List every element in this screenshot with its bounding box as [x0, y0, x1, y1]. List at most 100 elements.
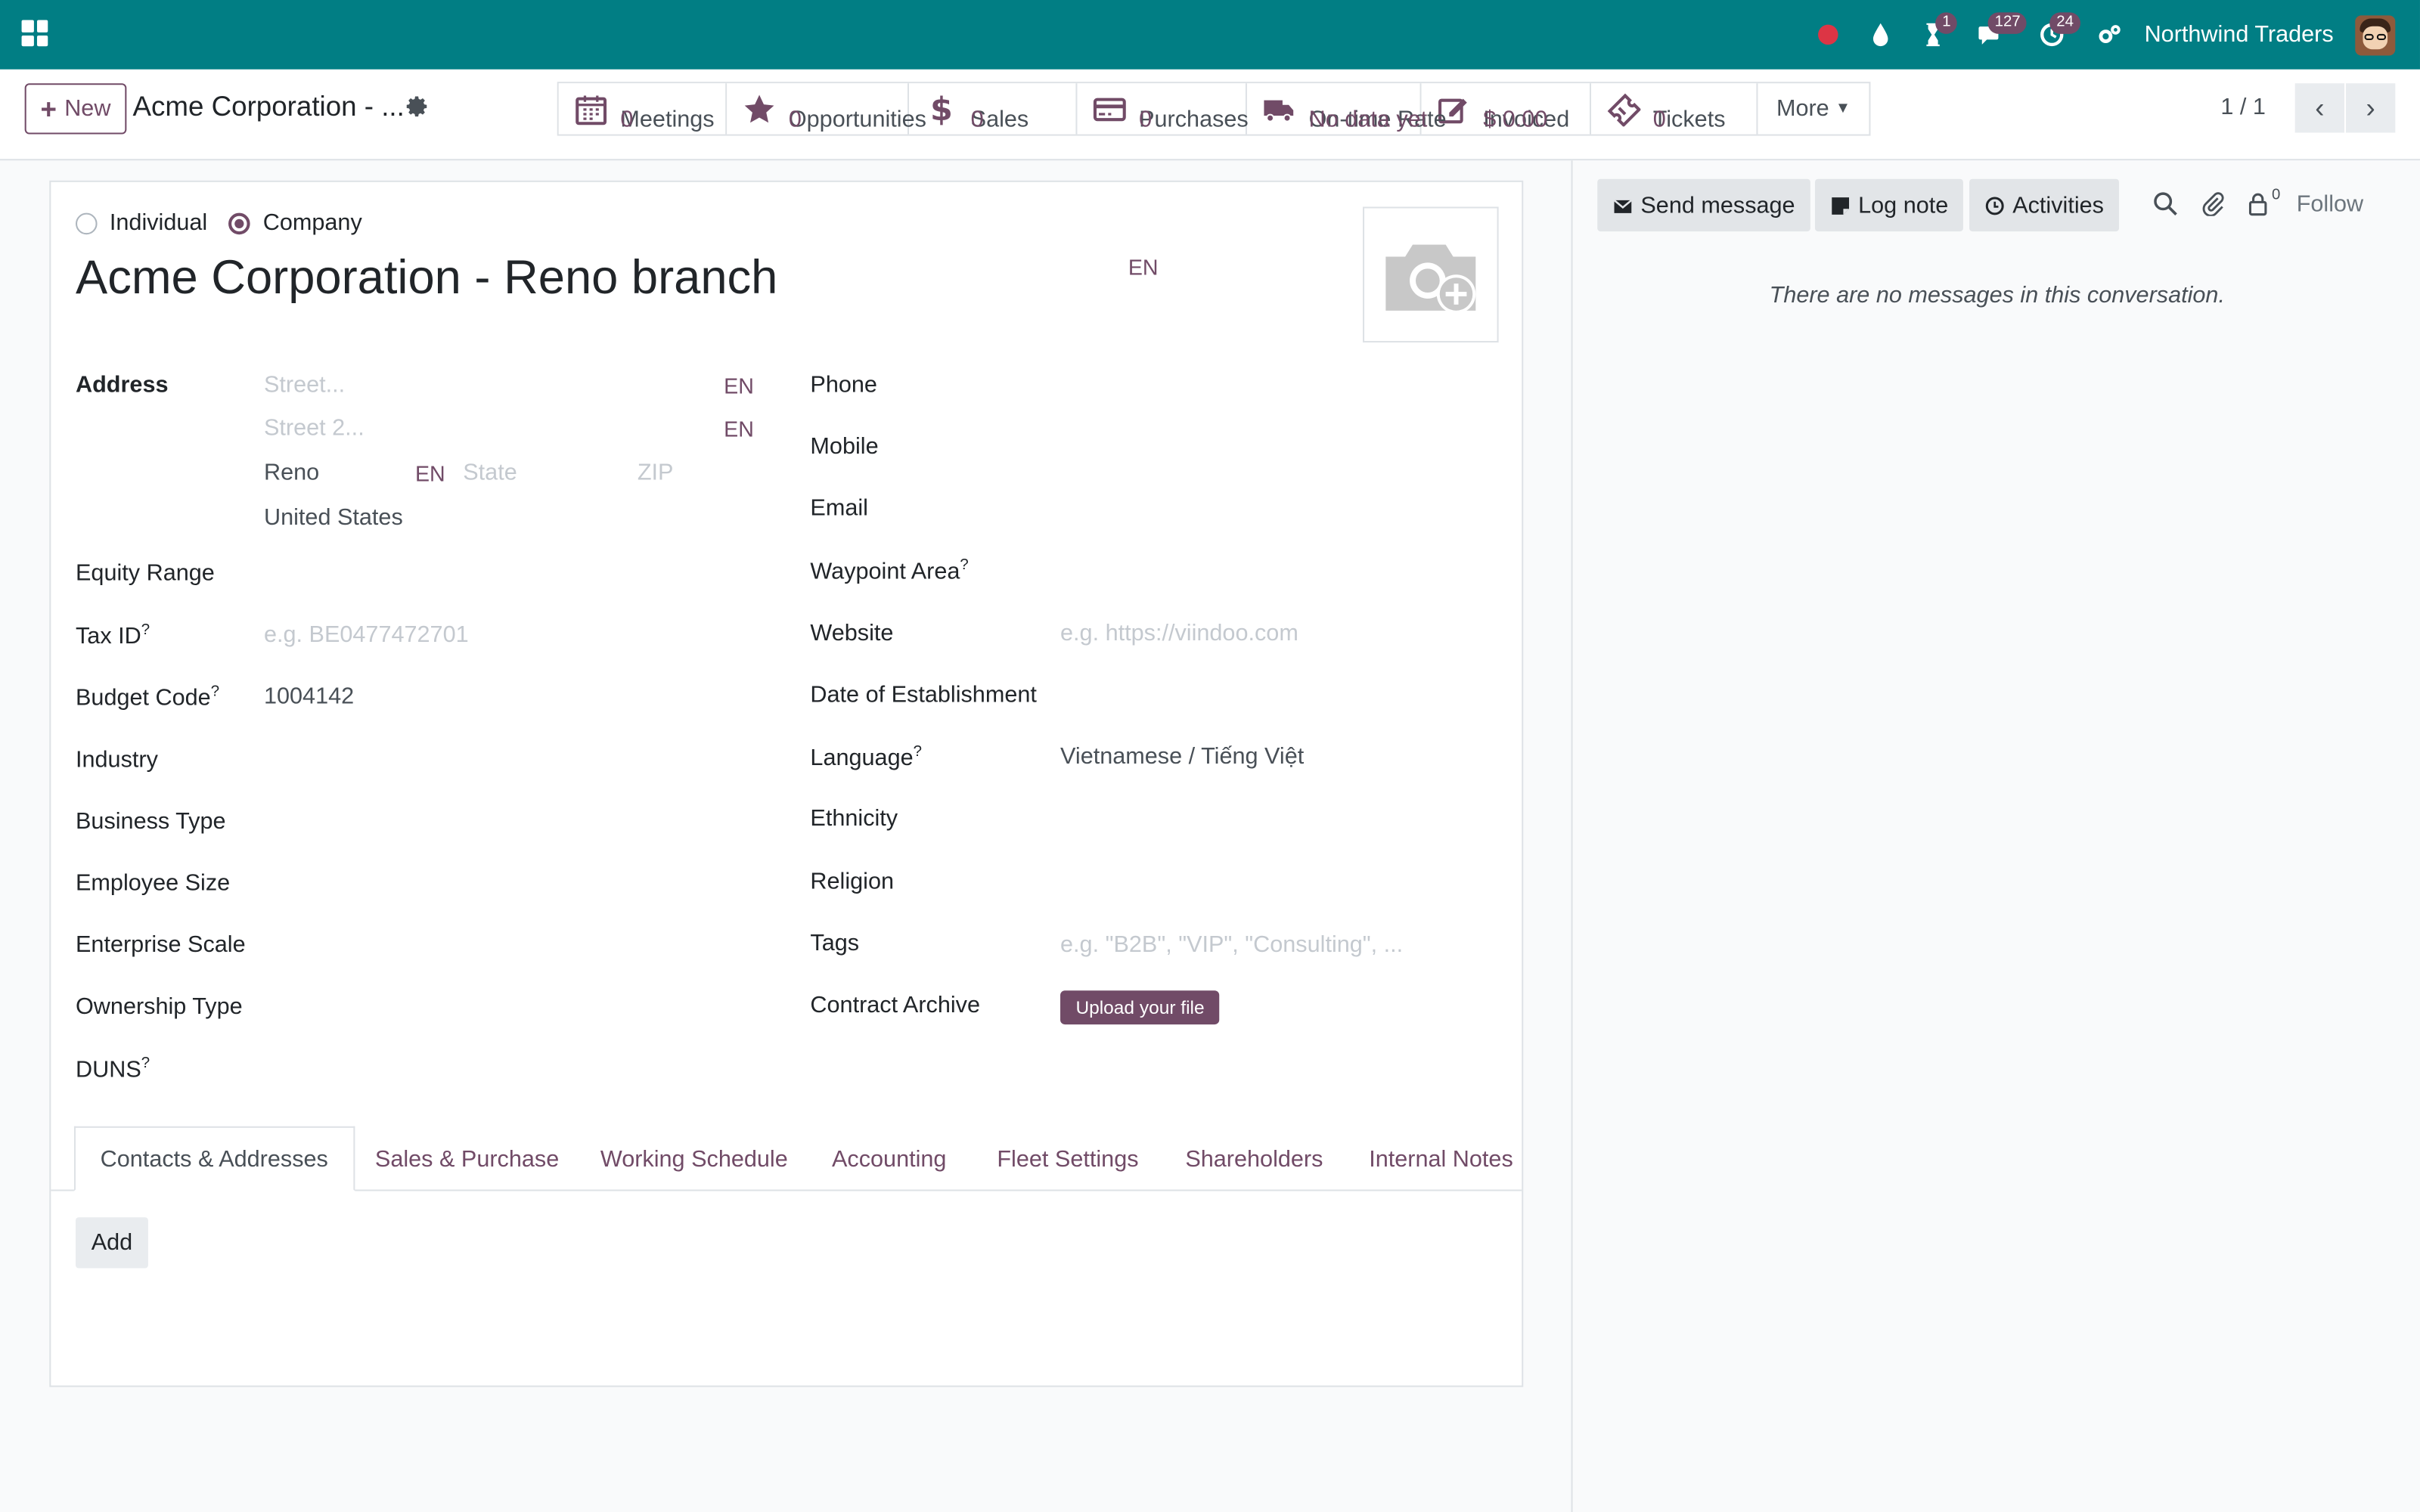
smart-button-opportunities[interactable]: Opportunities 0: [727, 83, 926, 135]
smart-button-on-time-rate[interactable]: On-time Rate No data yet: [1246, 83, 1447, 135]
language-select[interactable]: Vietnamese / Tiếng Việt: [1060, 744, 1304, 770]
add-contact-button[interactable]: Add: [75, 1217, 148, 1269]
company-switcher[interactable]: Northwind Traders: [2145, 22, 2334, 48]
individual-label[interactable]: Individual: [110, 210, 207, 237]
smart-button-value: 0: [620, 105, 634, 132]
activity-badge: 1: [1936, 12, 1957, 34]
upload-file-button[interactable]: Upload your file: [1060, 990, 1221, 1025]
smart-button-label: Purchases: [1139, 105, 1249, 132]
smart-button-value: 0: [970, 105, 984, 132]
breadcrumb-record-title[interactable]: Acme Corporation - ...: [133, 91, 405, 123]
settings-cogs-icon[interactable]: [2083, 0, 2135, 70]
help-tooltip-icon[interactable]: ?: [914, 744, 922, 761]
chevron-left-icon: ‹: [2315, 91, 2325, 123]
contract-archive-label: Contract Archive: [810, 992, 981, 1018]
help-tooltip-icon[interactable]: ?: [141, 1055, 150, 1072]
tab-sales-purchase[interactable]: Sales & Purchase: [375, 1126, 559, 1191]
street2-input[interactable]: Street 2...: [264, 415, 365, 442]
smart-button-purchases[interactable]: Purchases 0: [1077, 83, 1249, 135]
individual-radio[interactable]: [75, 212, 98, 234]
tab-fleet-settings[interactable]: Fleet Settings: [997, 1126, 1138, 1191]
smart-button-value: 0: [1139, 105, 1153, 132]
activities-button[interactable]: Activities: [1969, 178, 2120, 232]
duns-label-text: DUNS: [75, 1056, 141, 1083]
ticket-icon: [1606, 91, 1641, 126]
company-type-selector: Individual Company: [75, 210, 377, 237]
budget-code-label: Budget Code?: [76, 683, 219, 711]
street2-translation-button[interactable]: EN: [724, 417, 754, 442]
hourglass-icon[interactable]: 1: [1907, 0, 1959, 70]
tab-working-schedule[interactable]: Working Schedule: [600, 1126, 788, 1191]
help-tooltip-icon[interactable]: ?: [960, 557, 968, 574]
help-tooltip-icon[interactable]: ?: [141, 621, 150, 638]
chat-icon[interactable]: 127: [1959, 0, 2027, 70]
chatter-panel: Send message Log note Activities 0 Follo…: [1571, 160, 2420, 1512]
enterprise-scale-label: Enterprise Scale: [75, 931, 246, 959]
country-input[interactable]: United States: [264, 504, 403, 531]
city-translation-button[interactable]: EN: [415, 461, 445, 486]
smart-button-sales[interactable]: $ Sales 0: [909, 83, 1078, 135]
tab-shareholders[interactable]: Shareholders: [1185, 1126, 1323, 1191]
pager-value[interactable]: 1 / 1: [2220, 94, 2266, 120]
record-name-input[interactable]: Acme Corporation - Reno branch: [76, 250, 777, 305]
name-translation-button[interactable]: EN: [1128, 255, 1159, 280]
help-tooltip-icon[interactable]: ?: [211, 683, 219, 700]
record-indicator-icon[interactable]: [1802, 0, 1854, 70]
paperclip-icon[interactable]: [2201, 191, 2227, 218]
smart-buttons: Meetings 0 Opportunities 0 $ Sales 0 Purcha…: [557, 82, 1871, 136]
tab-accounting[interactable]: Accounting: [832, 1126, 946, 1191]
user-avatar[interactable]: [2355, 14, 2396, 55]
camera-add-icon: [1385, 244, 1476, 314]
svg-text:$: $: [930, 91, 953, 125]
new-button[interactable]: + New: [24, 83, 127, 135]
more-dropdown[interactable]: More ▼: [1758, 83, 1869, 134]
clock-badge: 24: [2050, 12, 2080, 34]
zip-input[interactable]: ZIP: [638, 460, 674, 486]
equity-range-label: Equity Range: [75, 559, 215, 587]
credit-card-icon: [1093, 91, 1127, 125]
tags-label: Tags: [810, 930, 860, 957]
smart-button-value: No data yet: [1308, 105, 1428, 132]
budget-code-input[interactable]: 1004142: [264, 683, 354, 710]
website-input[interactable]: e.g. https://viindoo.com: [1060, 620, 1298, 646]
phone-label: Phone: [810, 371, 877, 398]
tax-id-input[interactable]: e.g. BE0477472701: [264, 621, 469, 648]
gear-icon[interactable]: [405, 94, 430, 119]
smart-button-label: Opportunities: [788, 105, 926, 132]
street-input[interactable]: Street...: [264, 372, 345, 398]
pager-previous-button[interactable]: ‹: [2294, 83, 2344, 133]
city-input[interactable]: Reno: [264, 460, 319, 486]
clock-icon[interactable]: 24: [2021, 0, 2083, 70]
follow-button[interactable]: Follow: [2297, 191, 2363, 218]
smart-button-meetings[interactable]: Meetings 0: [558, 83, 728, 135]
company-radio[interactable]: [228, 212, 251, 234]
tab-contacts-addresses[interactable]: Contacts & Addresses: [73, 1126, 355, 1191]
smart-button-tickets[interactable]: Tickets 0: [1591, 83, 1758, 135]
image-upload[interactable]: [1363, 206, 1499, 343]
email-label: Email: [810, 495, 868, 522]
tax-id-label-text: Tax ID: [75, 623, 141, 650]
plus-icon: +: [40, 93, 57, 125]
business-type-label: Business Type: [75, 808, 226, 835]
new-button-label: New: [64, 95, 111, 122]
street-translation-button[interactable]: EN: [724, 373, 754, 398]
top-navbar: 1 127 24 Northwind Traders: [0, 0, 2420, 70]
company-label[interactable]: Company: [263, 210, 362, 237]
search-icon[interactable]: [2153, 191, 2180, 218]
drop-icon[interactable]: [1854, 0, 1907, 70]
pager-next-button[interactable]: ›: [2346, 83, 2396, 133]
followers-lock-icon[interactable]: [2245, 191, 2272, 218]
send-message-label: Send message: [1640, 192, 1795, 218]
navbar-systray: 1 127 24 Northwind Traders: [1802, 0, 2396, 70]
ownership-type-label: Ownership Type: [75, 993, 243, 1020]
smart-button-invoiced[interactable]: Invoiced $ 0.00: [1421, 83, 1592, 135]
send-message-button[interactable]: Send message: [1597, 178, 1811, 232]
apps-menu-icon[interactable]: [21, 20, 48, 47]
smart-button-value: $ 0.00: [1483, 105, 1548, 132]
industry-label: Industry: [75, 746, 158, 773]
tags-input[interactable]: e.g. "B2B", "VIP", "Consulting", ...: [1060, 932, 1403, 959]
state-input[interactable]: State: [463, 460, 517, 486]
log-note-button[interactable]: Log note: [1814, 178, 1964, 232]
tab-internal-notes[interactable]: Internal Notes: [1369, 1126, 1513, 1191]
smart-button-value: 0: [788, 105, 802, 132]
